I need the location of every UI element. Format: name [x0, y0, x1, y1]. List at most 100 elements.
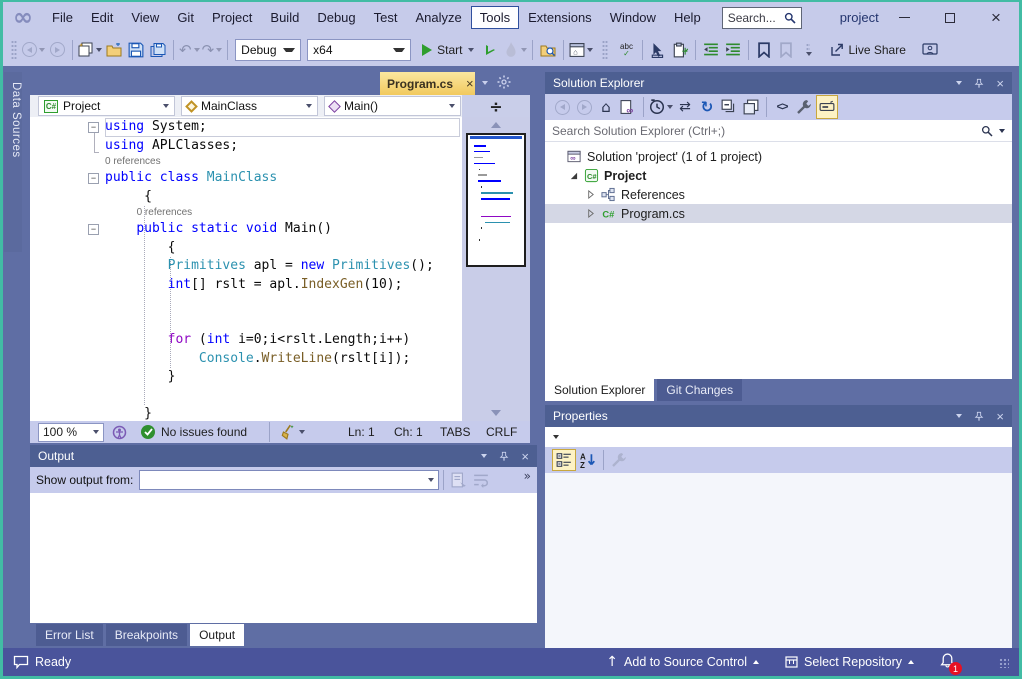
bookmark-icon[interactable] [754, 38, 774, 62]
switch-views-icon[interactable]: ∞ [618, 95, 638, 119]
resize-grip[interactable] [999, 658, 1009, 668]
toggle-grip-icon[interactable] [595, 38, 615, 62]
tree-expander-icon[interactable] [585, 209, 596, 218]
navigate-cursor-icon[interactable] [648, 38, 668, 62]
preview-selected-items-icon[interactable] [816, 95, 838, 119]
menu-help[interactable]: Help [665, 6, 710, 29]
properties-title-bar[interactable]: Properties × [545, 405, 1012, 427]
solution-explorer-shortcut-icon[interactable]: ⌂ [569, 38, 593, 62]
save-all-icon[interactable] [148, 38, 168, 62]
solution-explorer-title-bar[interactable]: Solution Explorer × [545, 72, 1012, 94]
column-indicator[interactable]: Ch: 1 [394, 425, 440, 439]
menu-file[interactable]: File [43, 6, 82, 29]
object-selector-combo[interactable] [545, 427, 1012, 447]
fold-collapse-icon[interactable]: − [88, 173, 99, 184]
scroll-up-icon[interactable] [491, 122, 501, 128]
menu-project[interactable]: Project [203, 6, 261, 29]
close-panel-icon[interactable]: × [996, 77, 1004, 90]
tree-item-project[interactable]: C#Project [545, 166, 1012, 185]
search-options-dropdown-icon[interactable] [999, 129, 1005, 133]
collapse-all-icon[interactable] [719, 95, 739, 119]
scroll-down-icon[interactable] [491, 410, 501, 416]
find-message-icon[interactable] [449, 468, 469, 492]
close-panel-icon[interactable]: × [996, 410, 1004, 423]
menu-debug[interactable]: Debug [308, 6, 364, 29]
document-tab-program-cs[interactable]: Program.cs × [380, 72, 475, 95]
data-sources-tab[interactable]: Data Sources [4, 72, 22, 252]
output-content[interactable] [30, 493, 537, 623]
tab-git-changes[interactable]: Git Changes [657, 379, 742, 401]
output-source-combo[interactable] [139, 470, 439, 490]
start-debugging-button[interactable]: Start [422, 43, 473, 57]
pin-icon[interactable] [499, 451, 509, 462]
editor-scrollbar[interactable] [462, 117, 530, 421]
notifications-button[interactable]: 1 [940, 653, 955, 671]
show-all-files-icon[interactable] [741, 95, 761, 119]
back-icon[interactable] [552, 95, 572, 119]
word-wrap-icon[interactable] [471, 468, 491, 492]
menu-build[interactable]: Build [261, 6, 308, 29]
menu-edit[interactable]: Edit [82, 6, 122, 29]
gear-icon[interactable] [497, 75, 511, 89]
code-cleanup-icon[interactable] [280, 420, 305, 444]
window-position-dropdown-icon[interactable] [956, 414, 962, 418]
split-editor-handle[interactable]: ÷ [462, 95, 530, 117]
search-icon[interactable] [981, 125, 993, 137]
menu-git[interactable]: Git [168, 6, 203, 29]
live-share-button[interactable]: Live Share [829, 43, 906, 57]
configuration-combo[interactable]: Debug [235, 39, 301, 61]
new-project-icon[interactable] [78, 38, 102, 62]
quick-launch-search[interactable]: Search... [722, 7, 802, 29]
save-icon[interactable] [126, 38, 146, 62]
previous-bookmark-icon[interactable] [776, 38, 796, 62]
property-pages-wrench-icon[interactable] [609, 448, 629, 472]
open-file-icon[interactable] [104, 38, 124, 62]
tree-expander-icon[interactable] [568, 171, 579, 180]
platform-combo[interactable]: x64 [307, 39, 411, 61]
tree-item-solution-project-1-of-1-project[interactable]: ∞Solution 'project' (1 of 1 project) [545, 147, 1012, 166]
alphabetical-sort-icon[interactable]: AZ [578, 448, 598, 472]
tree-expander-icon[interactable] [585, 190, 596, 199]
home-icon[interactable]: ⌂ [596, 95, 616, 119]
spell-check-icon[interactable]: abc ✓ [617, 38, 637, 62]
tree-item-program-cs[interactable]: C#Program.cs [545, 204, 1012, 223]
close-button[interactable]: × [973, 2, 1019, 33]
line-indicator[interactable]: Ln: 1 [348, 425, 394, 439]
zoom-combo[interactable]: 100 % [38, 423, 104, 442]
select-repository-button[interactable]: Select Repository [785, 655, 914, 669]
pin-icon[interactable] [974, 411, 984, 422]
add-to-source-control-button[interactable]: ↑ Add to Source Control [606, 654, 759, 670]
categorized-view-icon[interactable] [552, 449, 576, 471]
project-dropdown[interactable]: C# Project [38, 96, 175, 116]
toolbar-overflow-icon[interactable]: » [524, 467, 531, 483]
redo-icon[interactable]: ↷ [202, 38, 223, 62]
send-feedback-icon[interactable] [920, 38, 940, 62]
menu-view[interactable]: View [122, 6, 168, 29]
accessibility-icon[interactable] [112, 425, 127, 440]
output-title-bar[interactable]: Output × [30, 445, 537, 467]
class-dropdown[interactable]: MainClass [181, 96, 318, 116]
undo-icon[interactable]: ↶ [179, 38, 200, 62]
toolbar-grip[interactable] [11, 40, 17, 60]
menu-analyze[interactable]: Analyze [406, 6, 470, 29]
health-check-icon[interactable] [141, 425, 155, 439]
increase-indent-icon[interactable] [723, 38, 743, 62]
sync-with-active-document-icon[interactable]: ⇄ [675, 95, 695, 119]
indent-mode-indicator[interactable]: TABS [440, 425, 486, 439]
find-in-files-icon[interactable] [538, 38, 558, 62]
close-tab-icon[interactable]: × [466, 76, 474, 91]
window-position-dropdown-icon[interactable] [956, 81, 962, 85]
pin-icon[interactable] [974, 78, 984, 89]
start-without-debugging-icon[interactable] [481, 38, 501, 62]
member-dropdown[interactable]: Main() [324, 96, 461, 116]
properties-wrench-icon[interactable] [794, 95, 814, 119]
tab-breakpoints[interactable]: Breakpoints [106, 624, 187, 646]
refresh-icon[interactable]: ↻ [697, 95, 717, 119]
issues-status[interactable]: No issues found [161, 425, 247, 439]
line-ending-indicator[interactable]: CRLF [486, 425, 522, 439]
view-code-icon[interactable]: <> [772, 95, 792, 119]
window-position-dropdown-icon[interactable] [481, 454, 487, 458]
solution-explorer-search[interactable]: Search Solution Explorer (Ctrl+;) [545, 120, 1012, 142]
menu-extensions[interactable]: Extensions [519, 6, 601, 29]
fold-collapse-icon[interactable]: − [88, 224, 99, 235]
